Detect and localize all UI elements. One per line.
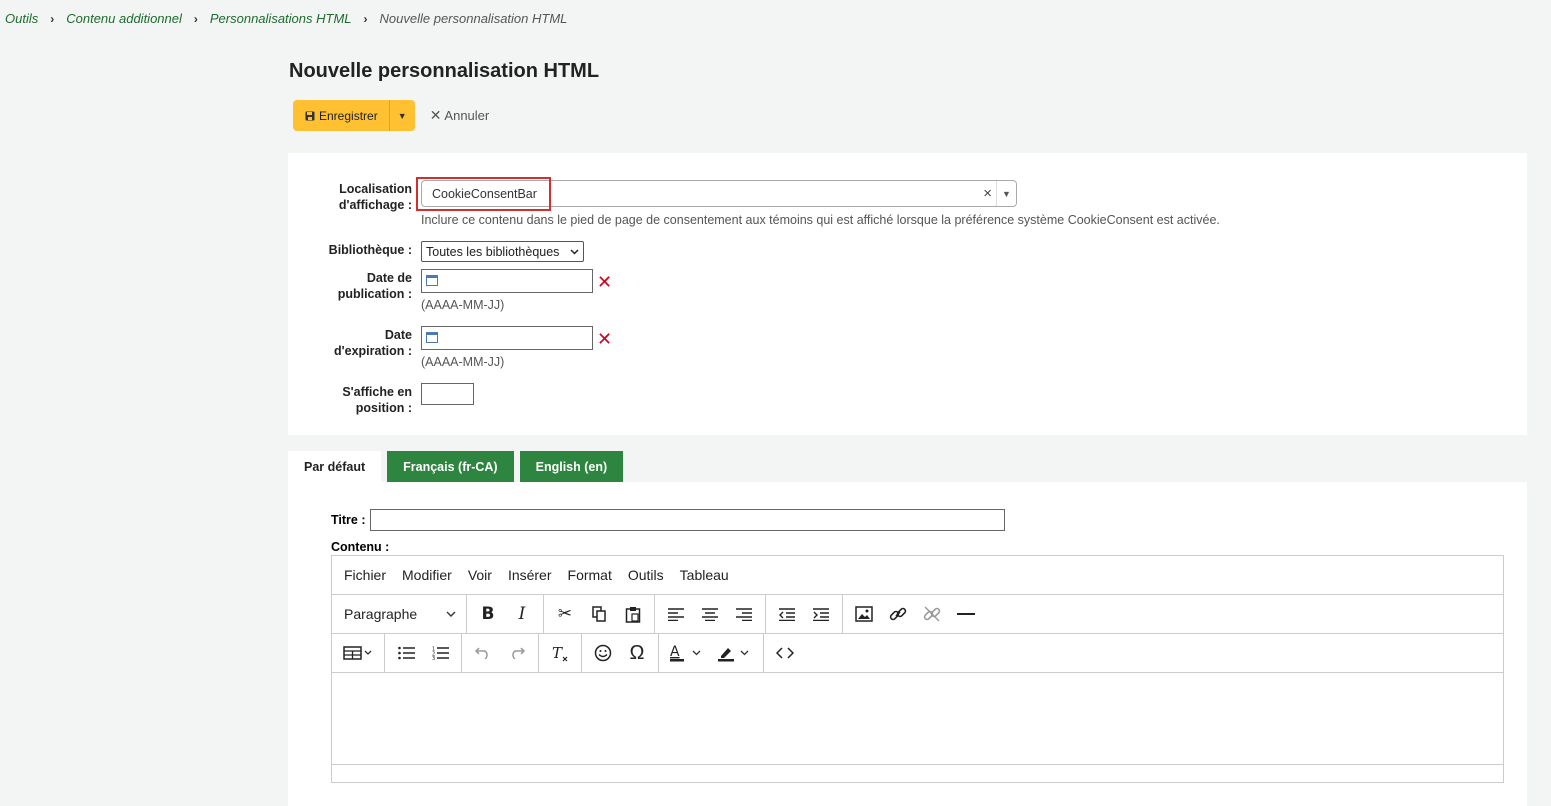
clear-formatting-icon[interactable]: T — [543, 639, 577, 667]
expdate-input[interactable] — [421, 326, 593, 350]
chevron-down-icon — [446, 611, 456, 617]
copy-icon[interactable] — [582, 600, 616, 628]
form-panel: Localisation d'affichage : CookieConsentB… — [288, 153, 1527, 435]
editor-toolbar-row-2: 123 T Ω A — [332, 634, 1503, 673]
save-icon — [305, 111, 315, 121]
unlink-icon[interactable] — [915, 600, 949, 628]
breadcrumb-link-personnalisations[interactable]: Personnalisations HTML — [210, 11, 352, 26]
title-input[interactable] — [370, 509, 1005, 531]
chevron-right-icon: › — [50, 11, 55, 26]
highlight-color-icon[interactable] — [711, 639, 759, 667]
cancel-button[interactable]: ✕ Annuler — [430, 107, 490, 124]
position-label: S'affiche en position : — [342, 385, 412, 415]
horizontal-line-icon[interactable] — [949, 600, 983, 628]
emoji-icon[interactable] — [586, 639, 620, 667]
svg-text:3: 3 — [432, 656, 435, 660]
cut-icon[interactable]: ✂ — [548, 600, 582, 628]
breadcrumb-link-contenu-additionnel[interactable]: Contenu additionnel — [66, 11, 182, 26]
tab-fr-ca[interactable]: Français (fr-CA) — [387, 451, 514, 482]
italic-icon[interactable]: I — [505, 600, 539, 628]
menu-fichier[interactable]: Fichier — [336, 567, 394, 583]
align-center-icon[interactable] — [693, 600, 727, 628]
expdate-label: Date d'expiration : — [334, 328, 412, 358]
page-title: Nouvelle personnalisation HTML — [289, 60, 600, 82]
save-button[interactable]: Enregistrer — [293, 100, 389, 131]
pubdate-input[interactable] — [421, 269, 593, 293]
breadcrumb-link-outils[interactable]: Outils — [5, 11, 38, 26]
pubdate-format-hint: (AAAA-MM-JJ) — [421, 298, 505, 312]
clear-expdate-icon[interactable]: ✕ — [597, 329, 612, 350]
save-button-label: Enregistrer — [319, 108, 378, 123]
location-label: Localisation d'affichage : — [338, 182, 412, 212]
editor-toolbar-row-1: Paragraphe B I ✂ — [332, 595, 1503, 634]
block-format-value: Paragraphe — [344, 606, 418, 622]
close-icon: ✕ — [429, 107, 442, 123]
tab-content: Titre : Contenu : Fichier Modifier Voir … — [288, 482, 1527, 806]
chevron-right-icon: › — [193, 11, 198, 26]
link-icon[interactable] — [881, 600, 915, 628]
chevron-down-icon[interactable]: ▼ — [996, 181, 1016, 206]
tab-default[interactable]: Par défaut — [288, 451, 382, 482]
position-input[interactable] — [421, 383, 474, 405]
image-icon[interactable] — [847, 600, 881, 628]
align-left-icon[interactable] — [659, 600, 693, 628]
clear-icon[interactable]: × — [983, 185, 992, 202]
undo-icon[interactable] — [466, 639, 500, 667]
menu-modifier[interactable]: Modifier — [394, 567, 460, 583]
expdate-format-hint: (AAAA-MM-JJ) — [421, 355, 505, 369]
rich-text-editor: Fichier Modifier Voir Insérer Format Out… — [331, 555, 1504, 783]
numbered-list-icon[interactable]: 123 — [423, 639, 457, 667]
source-code-icon[interactable] — [768, 639, 802, 667]
chevron-right-icon: › — [363, 11, 368, 26]
library-select[interactable]: Toutes les bibliothèques — [421, 241, 584, 262]
special-character-icon[interactable]: Ω — [620, 639, 654, 667]
editor-content-area[interactable] — [332, 673, 1503, 765]
library-label: Bibliothèque : — [328, 243, 412, 257]
breadcrumb-current: Nouvelle personnalisation HTML — [379, 11, 568, 26]
tab-en[interactable]: English (en) — [519, 451, 624, 482]
menu-outils[interactable]: Outils — [620, 567, 672, 583]
breadcrumb: Outils › Contenu additionnel › Personnal… — [5, 11, 567, 26]
paste-icon[interactable] — [616, 600, 650, 628]
contenu-label: Contenu : — [331, 540, 390, 554]
editor-menubar: Fichier Modifier Voir Insérer Format Out… — [332, 556, 1503, 595]
save-options-dropdown[interactable]: ▼ — [388, 100, 415, 131]
redo-icon[interactable] — [500, 639, 534, 667]
action-toolbar: Enregistrer ▼ ✕ Annuler — [293, 100, 489, 131]
bold-icon[interactable]: B — [471, 600, 505, 628]
svg-text:A: A — [670, 644, 680, 660]
indent-icon[interactable] — [804, 600, 838, 628]
menu-tableau[interactable]: Tableau — [672, 567, 737, 583]
align-right-icon[interactable] — [727, 600, 761, 628]
pubdate-label: Date de publication : — [337, 271, 412, 301]
outdent-icon[interactable] — [770, 600, 804, 628]
menu-voir[interactable]: Voir — [460, 567, 500, 583]
caret-down-icon: ▼ — [397, 110, 407, 121]
table-icon[interactable] — [336, 639, 380, 667]
text-color-icon[interactable]: A — [663, 639, 711, 667]
bullet-list-icon[interactable] — [389, 639, 423, 667]
language-tabs: Par défaut Français (fr-CA) English (en) — [288, 451, 629, 482]
calendar-icon[interactable] — [426, 275, 438, 286]
title-label: Titre : — [331, 513, 366, 527]
location-hint: Inclure ce contenu dans le pied de page … — [421, 213, 1220, 227]
cancel-button-label: Annuler — [444, 108, 490, 123]
menu-format[interactable]: Format — [560, 567, 620, 583]
clear-pubdate-icon[interactable]: ✕ — [597, 272, 612, 293]
library-select-value: Toutes les bibliothèques — [426, 244, 560, 259]
highlight-box — [416, 177, 551, 211]
svg-text:T: T — [552, 644, 563, 662]
block-format-select[interactable]: Paragraphe — [336, 600, 462, 628]
chevron-down-icon — [570, 248, 579, 255]
calendar-icon[interactable] — [426, 332, 438, 343]
menu-inserer[interactable]: Insérer — [500, 567, 560, 583]
